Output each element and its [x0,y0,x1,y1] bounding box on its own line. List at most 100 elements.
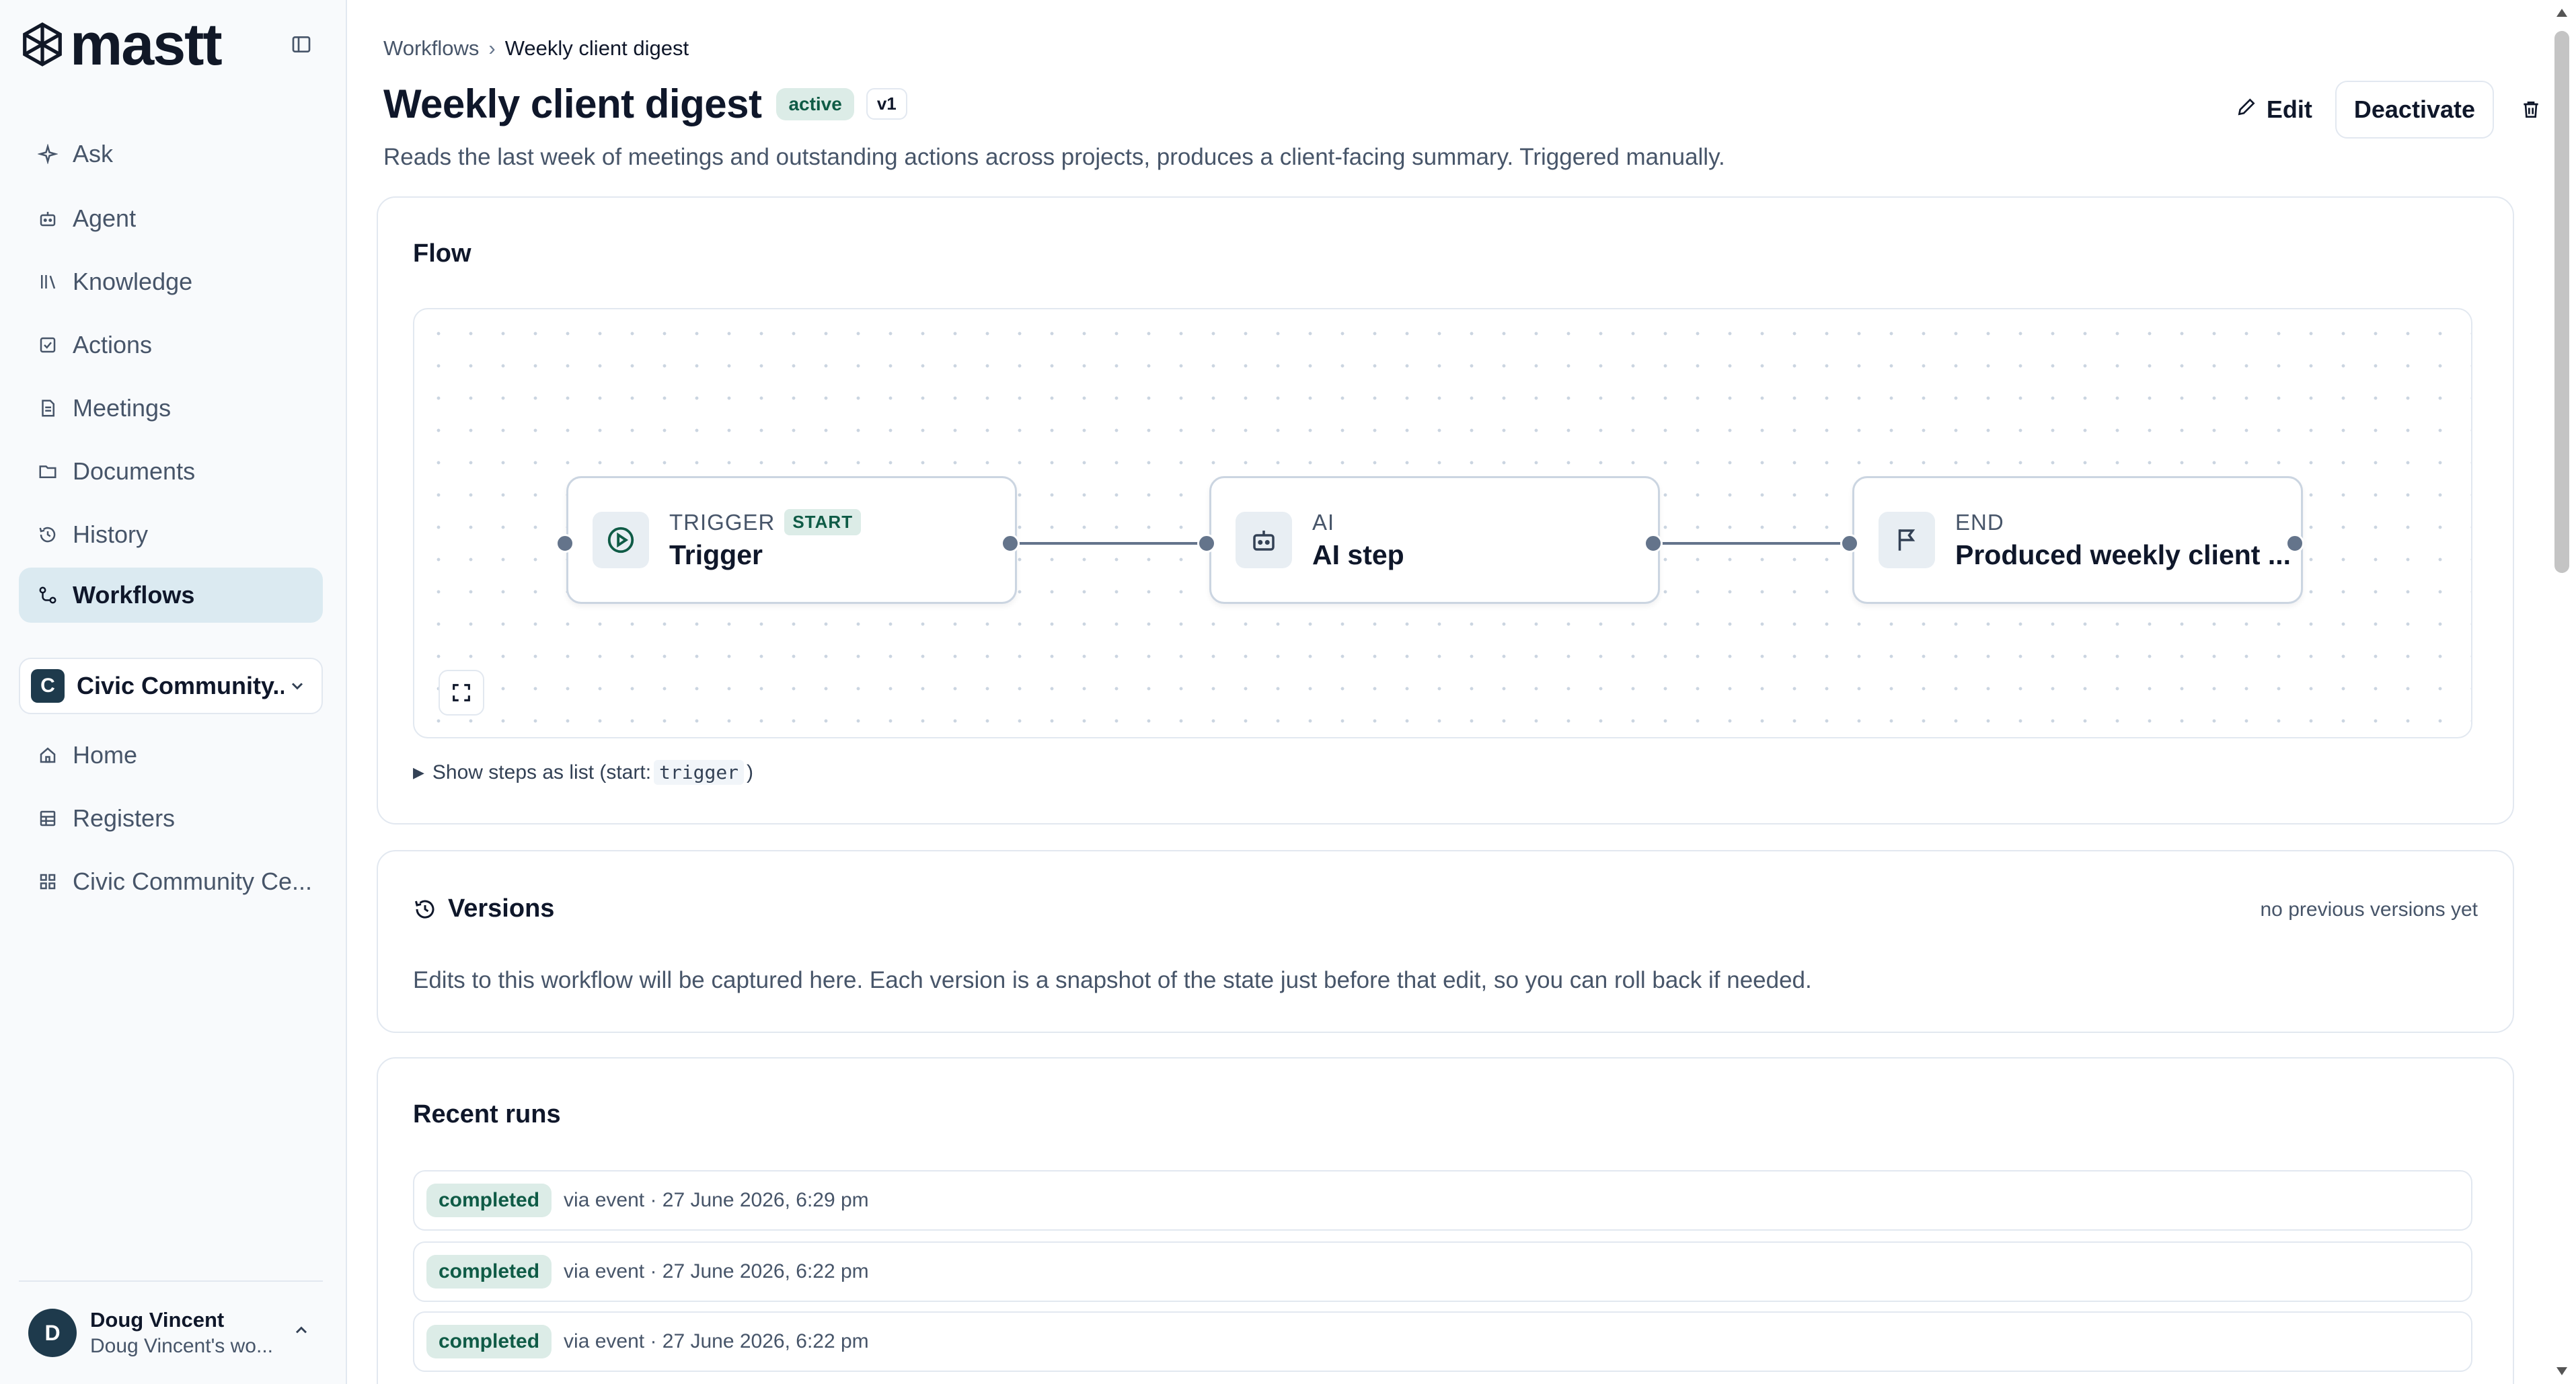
scroll-up-icon[interactable] [2553,4,2571,22]
recent-runs-title: Recent runs [413,1100,561,1128]
flag-icon [1879,512,1935,568]
sidebar-item-workflows[interactable]: Workflows [19,568,323,623]
sidebar-item-label: Agent [73,204,137,232]
page-scrollbar[interactable] [2548,0,2576,1384]
workflow-description: Reads the last week of meetings and outs… [383,144,1725,170]
toggle-prefix: Show steps as list (start: [432,761,652,783]
scrollbar-thumb[interactable] [2554,31,2569,573]
page-title: Weekly client digest [383,81,762,126]
chevron-up-icon [292,1321,311,1343]
sidebar-item-label: Registers [73,804,176,832]
edit-button[interactable]: Edit [2236,95,2312,124]
sidebar-toggle-button[interactable] [288,31,315,58]
node-handle[interactable] [1197,534,1216,553]
flow-edge [1646,542,1842,545]
sidebar-item-meetings[interactable]: Meetings [19,381,323,436]
user-name: Doug Vincent [90,1308,225,1332]
run-meta: via event · 27 June 2026, 6:22 pm [564,1260,869,1282]
library-icon [36,270,59,293]
node-type-label: TRIGGER [669,509,775,535]
history-icon [415,900,434,919]
sparkle-icon [36,143,59,165]
avatar: D [28,1309,77,1357]
run-meta: via event · 27 June 2026, 6:22 pm [564,1330,869,1352]
fit-view-button[interactable] [439,670,484,716]
main-content: Workflows › Weekly client digest Weekly … [347,0,2548,1384]
version-badge: v1 [866,88,907,120]
grid-icon [36,870,59,893]
sidebar-item-knowledge[interactable]: Knowledge [19,254,323,309]
recent-runs-card: Recent runs completed via event · 27 Jun… [377,1057,2514,1384]
flow-canvas[interactable]: TRIGGER START Trigger AI AI step END Pro… [413,308,2472,738]
breadcrumb: Workflows › Weekly client digest [383,36,689,61]
trash-icon [2524,102,2538,118]
sidebar-item-home[interactable]: Home [19,728,323,783]
run-status-badge: completed [426,1325,552,1358]
sidebar-item-registers[interactable]: Registers [19,791,323,846]
notes-icon [36,397,59,420]
sidebar-item-label: Workflows [73,581,195,609]
node-handle[interactable] [1001,534,1020,553]
flow-title: Flow [413,239,471,268]
logo-text: mastt [70,11,223,77]
show-steps-toggle[interactable]: ▶ Show steps as list (start: trigger ) [413,760,753,785]
node-handle[interactable] [2285,534,2304,553]
flow-node-ai[interactable]: AI AI step [1209,476,1660,604]
home-icon [36,744,59,767]
sidebar-item-label: Ask [73,140,114,167]
chevron-right-icon: › [488,36,496,60]
versions-card: Versions no previous versions yet Edits … [377,850,2514,1033]
project-switcher[interactable]: C Civic Community... [19,658,323,714]
project-name: Civic Community... [77,672,284,699]
flow-edge [1003,542,1199,545]
pencil-icon [2236,95,2257,124]
node-type: AI [1312,509,1335,535]
sidebar-item-documents[interactable]: Documents [19,444,323,499]
sidebar-item-label: Home [73,741,138,769]
start-step-code: trigger [654,760,745,785]
flow-card: Flow TRIGGER START Trigger AI AI step EN… [377,196,2514,824]
sidebar-item-agent[interactable]: Agent [19,191,323,246]
sidebar-item-history[interactable]: History [19,507,323,562]
user-menu[interactable]: D Doug Vincent Doug Vincent's wo... [19,1280,323,1384]
delete-button[interactable] [2514,93,2548,126]
start-badge: START [784,509,862,535]
sidebar-item-label: History [73,521,149,548]
sidebar-item-label: Actions [73,331,153,358]
sidebar-item-ask[interactable]: Ask [19,126,323,182]
deactivate-button[interactable]: Deactivate [2335,81,2494,139]
flow-node-end[interactable]: END Produced weekly client ... [1852,476,2303,604]
breadcrumb-workflows-link[interactable]: Workflows [383,36,479,61]
logo[interactable]: mastt [19,11,223,77]
run-row[interactable]: completed via event · 27 June 2026, 6:22… [413,1241,2472,1302]
workflow-icon [36,584,59,607]
node-text: AI AI step [1312,510,1404,571]
history-icon [36,523,59,546]
play-circle-icon [593,512,649,568]
node-label: AI step [1312,539,1404,570]
user-info: Doug Vincent Doug Vincent's wo... [90,1308,273,1358]
node-type: TRIGGER START [669,509,862,535]
sidebar-item-label: Documents [73,457,196,485]
toggle-suffix: ) [747,761,754,783]
run-status-badge: completed [426,1184,552,1217]
sidebar-item-label: Meetings [73,394,172,422]
flow-node-trigger[interactable]: TRIGGER START Trigger [566,476,1017,604]
robot-icon [1236,512,1292,568]
scroll-down-icon[interactable] [2553,1362,2571,1380]
sidebar-item-label: Civic Community Ce... [73,868,313,895]
folder-icon [36,460,59,483]
sidebar-item-label: Knowledge [73,268,193,295]
node-handle[interactable] [1644,534,1663,553]
chevron-down-icon [284,677,311,695]
run-row[interactable]: completed via event · 27 June 2026, 6:22… [413,1311,2472,1372]
title-row: Weekly client digest active v1 [383,81,907,127]
node-handle[interactable] [1840,534,1859,553]
node-handle[interactable] [556,534,574,553]
run-status-badge: completed [426,1255,552,1289]
sidebar-item-actions[interactable]: Actions [19,317,323,373]
table-icon [36,807,59,830]
node-text: END Produced weekly client ... [1955,510,2291,571]
sidebar-item-project-dashboard[interactable]: Civic Community Ce... [19,854,323,909]
run-row[interactable]: completed via event · 27 June 2026, 6:29… [413,1170,2472,1231]
